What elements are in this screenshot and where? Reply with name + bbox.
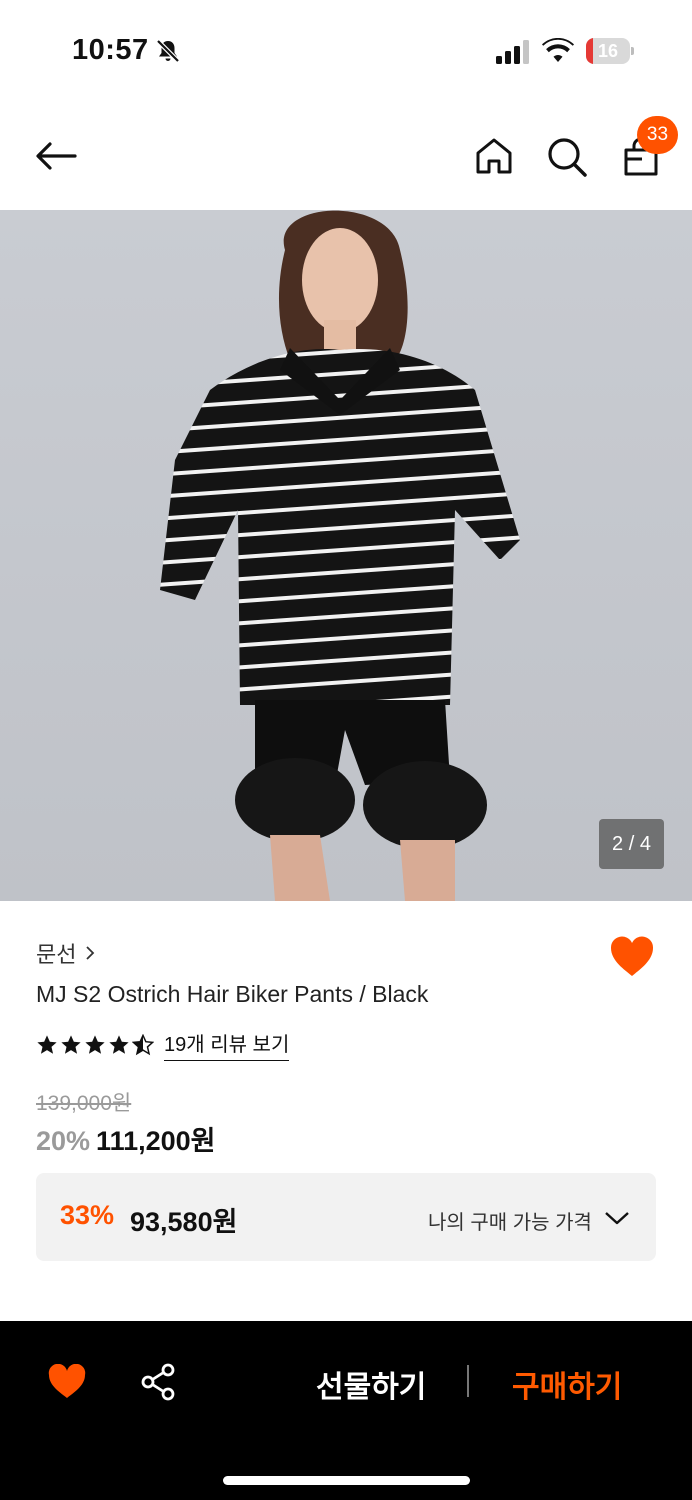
bell-slash-icon	[156, 39, 180, 63]
gift-button[interactable]: 선물하기	[316, 1362, 426, 1406]
star-icon	[37, 1034, 57, 1054]
original-price: 139,000원	[36, 1092, 132, 1115]
my-price-label: 나의 구매 가능 가격	[428, 1212, 592, 1234]
price-row: 20% 111,200원	[36, 1119, 216, 1158]
back-arrow-icon	[36, 142, 77, 170]
star-icon	[61, 1034, 81, 1054]
product-photo	[160, 210, 520, 901]
wifi-icon	[542, 38, 574, 62]
bottom-action-bar: 선물하기 구매하기	[0, 1321, 692, 1500]
buy-button[interactable]: 구매하기	[512, 1362, 622, 1406]
home-indicator	[223, 1476, 470, 1485]
star-icon	[109, 1034, 129, 1054]
divider	[467, 1365, 469, 1397]
brand-link[interactable]: 문선	[36, 937, 96, 969]
battery-percent: 16	[597, 41, 619, 61]
heart-icon[interactable]	[609, 934, 655, 978]
star-icon	[85, 1034, 105, 1054]
back-button[interactable]	[30, 134, 82, 178]
cart-count-badge: 33	[637, 116, 678, 154]
battery-indicator: 16	[586, 38, 634, 64]
home-icon[interactable]	[472, 134, 516, 178]
star-rating	[36, 1033, 154, 1056]
status-time: 10:57	[72, 34, 149, 66]
brand-name: 문선	[36, 942, 77, 967]
top-nav	[0, 100, 692, 210]
rating-row: 19개 리뷰 보기	[36, 1028, 290, 1061]
star-half-icon	[132, 1033, 154, 1055]
product-title: MJ S2 Ostrich Hair Biker Pants / Black	[36, 981, 429, 1007]
heart-icon[interactable]	[48, 1364, 86, 1400]
my-price: 93,580원	[130, 1207, 238, 1237]
sale-price: 111,200원	[96, 1126, 216, 1156]
my-price-dropdown[interactable]: 33% 93,580원 나의 구매 가능 가격	[36, 1173, 656, 1261]
share-icon[interactable]	[140, 1363, 176, 1401]
status-bar: 10:57 16	[0, 0, 692, 100]
search-icon[interactable]	[544, 134, 590, 180]
image-counter: 2 / 4	[599, 819, 664, 869]
battery-icon: 16	[586, 38, 630, 64]
review-link[interactable]: 19개 리뷰 보기	[164, 1028, 290, 1061]
cellular-signal-icon	[496, 40, 529, 64]
chevron-down-icon	[605, 1212, 629, 1225]
product-image[interactable]: 2 / 4	[0, 210, 692, 901]
chevron-right-icon	[86, 946, 95, 960]
my-discount-rate: 33%	[60, 1200, 115, 1230]
discount-rate: 20%	[36, 1126, 91, 1156]
battery-nub	[631, 47, 634, 55]
